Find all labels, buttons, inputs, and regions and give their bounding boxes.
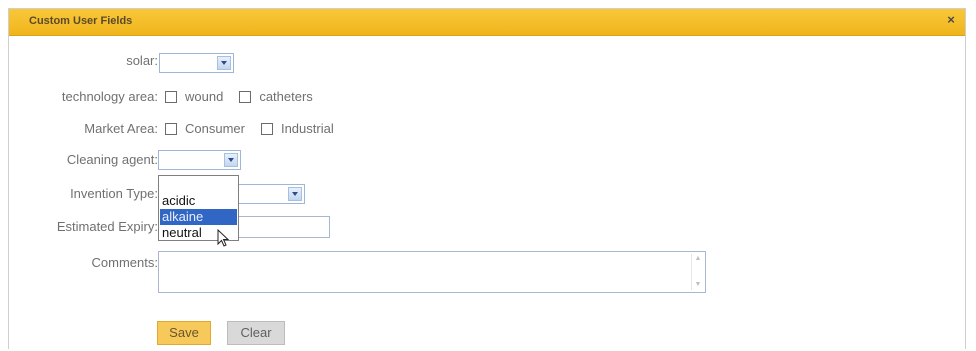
wound-checkbox-label: wound [185,89,224,104]
close-icon[interactable]: × [943,12,959,28]
comments-scrollbar[interactable]: ▲ ▼ [691,254,703,290]
comments-textarea[interactable]: ▲ ▼ [158,251,706,293]
consumer-checkbox-label: Consumer [185,121,245,136]
dialog-titlebar[interactable]: Custom User Fields × [9,9,965,36]
cleaning-agent-label: Cleaning agent: [66,152,158,167]
chevron-down-icon[interactable] [288,187,302,201]
chevron-down-icon[interactable] [217,56,231,70]
consumer-checkbox[interactable] [165,122,177,135]
market-area-label: Market Area: [84,121,158,136]
catheters-checkbox[interactable] [239,90,252,103]
custom-user-fields-dialog: Custom User Fields × solar: technology a… [8,8,966,349]
cleaning-agent-select[interactable] [158,150,241,170]
solar-label: solar: [126,53,158,68]
dropdown-option-acidic[interactable]: acidic [160,193,237,209]
scroll-up-icon[interactable]: ▲ [694,255,702,263]
estimated-expiry-label: Estimated Expiry: [56,219,158,234]
industrial-checkbox[interactable] [260,122,273,135]
dropdown-option-alkaine[interactable]: alkaine [160,209,237,225]
solar-select[interactable] [159,53,234,73]
mouse-pointer-icon [217,229,230,247]
market-area-options: Consumer Industrial [165,121,350,136]
save-button[interactable]: Save [157,321,211,345]
catheters-checkbox-label: catheters [259,89,313,104]
industrial-checkbox-label: Industrial [280,121,334,136]
chevron-down-icon[interactable] [224,153,238,167]
technology-area-options: wound catheters [165,89,329,104]
wound-checkbox[interactable] [165,90,177,103]
scroll-down-icon[interactable]: ▼ [694,281,702,289]
dialog-title: Custom User Fields [29,15,133,27]
comments-label: Comments: [91,255,158,270]
clear-button[interactable]: Clear [227,321,285,345]
technology-area-label: technology area: [61,89,158,104]
invention-type-label: Invention Type: [70,186,158,201]
